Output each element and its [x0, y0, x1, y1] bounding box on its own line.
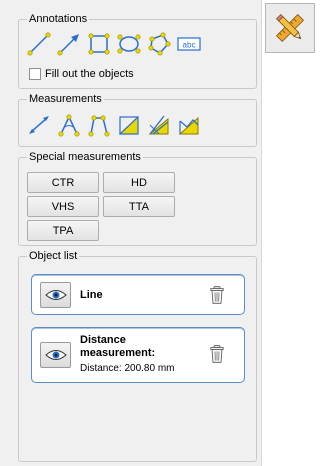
eye-icon — [44, 350, 67, 360]
crossed-pencil-ruler-icon — [275, 13, 305, 43]
object-measurement-value: Distance: 200.80 mm — [80, 363, 175, 374]
visibility-toggle-button[interactable] — [40, 282, 71, 308]
svg-text:abc: abc — [183, 41, 196, 50]
trash-icon[interactable] — [210, 345, 224, 363]
tta-button[interactable]: TTA — [103, 196, 175, 217]
measurements-toolbar — [27, 113, 201, 137]
open-angle-tool-icon[interactable] — [87, 113, 111, 137]
tpa-button[interactable]: TPA — [27, 220, 99, 241]
tools-panel: Annotations abc Fill out the objects Mea… — [0, 0, 262, 466]
measurements-title: Measurements — [27, 92, 104, 106]
angle-tool-icon[interactable] — [57, 113, 81, 137]
vhs-button[interactable]: VHS — [27, 196, 99, 217]
ctr-button[interactable]: CTR — [27, 172, 99, 193]
hd-button[interactable]: HD — [103, 172, 175, 193]
polygon-tool-icon[interactable] — [147, 32, 171, 56]
object-title: Line — [80, 289, 103, 301]
line-tool-icon[interactable] — [27, 32, 51, 56]
object-list-item-distance[interactable]: Distance measurement: Distance: 200.80 m… — [31, 327, 245, 383]
object-list-group: Object list Line Distance measurement: D… — [18, 249, 257, 462]
area-angle-tool-icon[interactable] — [147, 113, 171, 137]
special-measurements-group: Special measurements CTR HD VHS TTA TPA — [18, 150, 257, 246]
rectangle-tool-icon[interactable] — [87, 32, 111, 56]
annotations-title: Annotations — [27, 12, 90, 26]
ellipse-tool-icon[interactable] — [117, 32, 141, 56]
area-tool-icon[interactable] — [117, 113, 141, 137]
object-list-title: Object list — [27, 249, 80, 263]
arrow-tool-icon[interactable] — [57, 32, 81, 56]
object-list-item-line[interactable]: Line — [31, 274, 245, 315]
object-title: Distance measurement: — [80, 334, 156, 359]
eye-icon — [44, 290, 67, 300]
fill-objects-option[interactable]: Fill out the objects — [29, 68, 134, 80]
area-polygon-tool-icon[interactable] — [177, 113, 201, 137]
special-measurements-title: Special measurements — [27, 150, 143, 164]
visibility-toggle-button[interactable] — [40, 342, 71, 368]
annotations-group: Annotations abc Fill out the objects — [18, 12, 257, 89]
text-tool-icon[interactable]: abc — [177, 32, 201, 56]
measurements-group: Measurements — [18, 92, 257, 147]
annotations-toolbar: abc — [27, 32, 201, 56]
clear-tools-button[interactable] — [265, 3, 315, 53]
fill-objects-label: Fill out the objects — [45, 68, 134, 80]
trash-icon[interactable] — [210, 286, 224, 304]
distance-tool-icon[interactable] — [27, 113, 51, 137]
fill-objects-checkbox[interactable] — [29, 68, 41, 80]
